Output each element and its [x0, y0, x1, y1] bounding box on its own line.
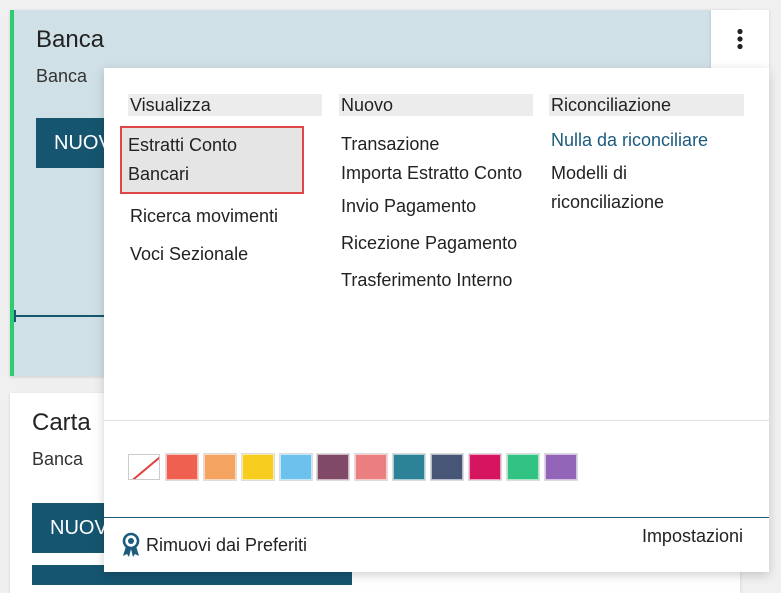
settings-link[interactable]: Impostazioni	[642, 526, 743, 547]
color-swatch[interactable]	[354, 453, 389, 481]
menu-item-bank-statements[interactable]: Estratti Conto Bancari	[120, 126, 304, 194]
menu-item-internal-transfer[interactable]: Trasferimento Interno	[339, 266, 533, 295]
menu-column-view: Visualizza Estratti Conto Bancari Ricerc…	[120, 94, 322, 278]
remove-favorite-label: Rimuovi dai Preferiti	[146, 534, 308, 555]
color-swatch[interactable]	[240, 453, 275, 481]
menu-item-nothing-to-reconcile[interactable]: Nulla da riconciliare	[549, 126, 744, 155]
card-options-dropdown: Visualizza Estratti Conto Bancari Ricerc…	[104, 68, 769, 572]
menu-item-journal-items[interactable]: Voci Sezionale	[128, 240, 322, 269]
menu-divider	[104, 420, 769, 421]
menu-column-reconciliation: Riconciliazione Nulla da riconciliare Mo…	[549, 94, 744, 221]
menu-item-import-statement[interactable]: Importa Estratto Conto	[339, 159, 533, 188]
color-swatch[interactable]	[543, 453, 578, 481]
color-swatch[interactable]	[505, 453, 540, 481]
menu-column-new: Nuovo Transazione Importa Estratto Conto…	[339, 94, 533, 304]
menu-item-receive-payment[interactable]: Ricezione Pagamento	[339, 229, 533, 258]
color-swatch[interactable]	[202, 453, 237, 481]
color-picker	[128, 453, 583, 481]
color-swatch[interactable]	[164, 453, 199, 481]
color-swatch[interactable]	[468, 453, 503, 481]
kebab-menu-button[interactable]	[711, 10, 769, 68]
menu-column-header: Riconciliazione	[549, 94, 744, 116]
footer-divider	[104, 517, 769, 518]
ribbon-badge-icon	[122, 532, 140, 557]
menu-item-reconciliation-models[interactable]: Modelli di riconciliazione	[549, 159, 744, 217]
color-swatch[interactable]	[278, 453, 313, 481]
menu-column-header: Nuovo	[339, 94, 533, 116]
color-swatch[interactable]	[392, 453, 427, 481]
remove-favorite-button[interactable]: Rimuovi dai Preferiti	[120, 532, 307, 558]
color-swatch[interactable]	[430, 453, 465, 481]
chart-line	[14, 315, 114, 317]
menu-column-header: Visualizza	[128, 94, 322, 116]
menu-item-send-payment[interactable]: Invio Pagamento	[339, 192, 533, 221]
color-swatch[interactable]	[316, 453, 351, 481]
card-title: Banca	[36, 26, 105, 53]
kebab-menu-icon	[737, 28, 743, 50]
menu-item-search-transactions[interactable]: Ricerca movimenti	[128, 202, 322, 231]
card-subtitle: Banca	[36, 66, 88, 86]
color-swatch-none[interactable]	[128, 454, 160, 480]
menu-item-transaction[interactable]: Transazione	[339, 130, 533, 159]
card-subtitle: Banca	[32, 449, 84, 469]
card-title: Carta	[32, 409, 91, 436]
